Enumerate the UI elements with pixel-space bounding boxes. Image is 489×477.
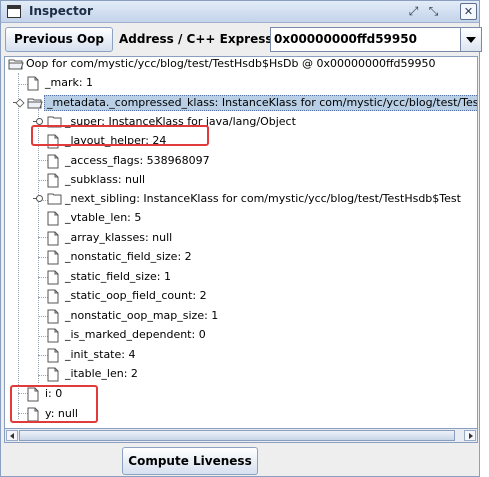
expand-handle-icon[interactable]: [13, 99, 22, 106]
tree-node-label: _subklass: null: [65, 173, 146, 186]
compute-liveness-button[interactable]: Compute Liveness: [122, 447, 258, 475]
title-bar[interactable]: Inspector ⤢ ⤡ ✕: [1, 1, 479, 23]
scrollbar-thumb[interactable]: [19, 430, 455, 441]
file-icon: [27, 76, 39, 91]
tree-node-label: _is_marked_dependent: 0: [65, 328, 206, 341]
scroll-right-icon[interactable]: [464, 430, 476, 441]
file-icon: [47, 367, 59, 382]
chevron-down-icon[interactable]: [460, 28, 481, 51]
tree-node-label: _vtable_len: 5: [65, 211, 142, 224]
previous-oop-button[interactable]: Previous Oop: [5, 27, 113, 52]
folder-icon: [47, 193, 62, 205]
file-icon: [47, 309, 59, 324]
file-icon: [47, 134, 59, 149]
file-icon: [47, 348, 59, 363]
close-icon[interactable]: ✕: [460, 3, 477, 20]
tree-connector: [18, 73, 19, 419]
maximize-icon[interactable]: ⤡: [425, 3, 442, 20]
file-icon: [47, 231, 59, 246]
folder-open-icon: [27, 98, 43, 109]
tree-node-label: _nonstatic_field_size: 2: [65, 250, 192, 263]
tree-node-label: _static_oop_field_count: 2: [65, 289, 207, 302]
toolbar: Previous Oop Address / C++ Expression: 0…: [1, 24, 482, 54]
file-icon: [47, 211, 59, 226]
file-icon: [47, 154, 59, 169]
restore-icon[interactable]: ⤢: [405, 3, 422, 20]
file-icon: [47, 328, 59, 343]
file-icon: [47, 270, 59, 285]
folder-open-icon: [8, 59, 24, 70]
tree-node-label: _layout_helper: 24: [65, 134, 167, 147]
tree-node-label: y: null: [45, 407, 78, 420]
file-icon: [47, 289, 59, 304]
file-icon: [27, 387, 39, 402]
tree-node-label: _static_field_size: 1: [65, 270, 171, 283]
folder-icon: [47, 116, 62, 128]
tree-connector: [38, 109, 39, 383]
tree-node-label: _mark: 1: [45, 76, 94, 89]
tree-node-label: _itable_len: 2: [65, 367, 138, 380]
object-tree[interactable]: Oop for com/mystic/ycc/blog/test/TestHsd…: [4, 56, 478, 429]
tree-node-label: _init_state: 4: [65, 348, 136, 361]
tree-node-label: Oop for com/mystic/ycc/blog/test/TestHsd…: [26, 57, 436, 70]
collapse-handle-icon[interactable]: [33, 195, 43, 202]
tree-node-label: _next_sibling: InstanceKlass for com/mys…: [65, 192, 461, 205]
inspector-window: Inspector ⤢ ⤡ ✕ Previous Oop Address / C…: [0, 0, 482, 477]
scroll-left-icon[interactable]: [6, 430, 18, 441]
horizontal-scrollbar[interactable]: [4, 429, 478, 443]
window-title: Inspector: [29, 4, 93, 18]
file-icon: [47, 250, 59, 265]
window-icon: [7, 5, 21, 18]
tree-node-label: _super: InstanceKlass for java/lang/Obje…: [65, 115, 296, 128]
file-icon: [27, 407, 39, 422]
address-value[interactable]: 0x00000000ffd59950: [274, 32, 417, 46]
collapse-handle-icon[interactable]: [33, 118, 43, 125]
tree-node-label: i: 0: [45, 387, 63, 400]
tree-node-label: _metadata._compressed_klass: InstanceKla…: [44, 95, 477, 111]
file-icon: [47, 173, 59, 188]
tree-node-label: _array_klasses: null: [65, 231, 173, 244]
address-combobox[interactable]: 0x00000000ffd59950: [270, 27, 482, 52]
tree-node-label: _nonstatic_oop_map_size: 1: [65, 309, 219, 322]
tree-node-label: _access_flags: 538968097: [65, 154, 210, 167]
